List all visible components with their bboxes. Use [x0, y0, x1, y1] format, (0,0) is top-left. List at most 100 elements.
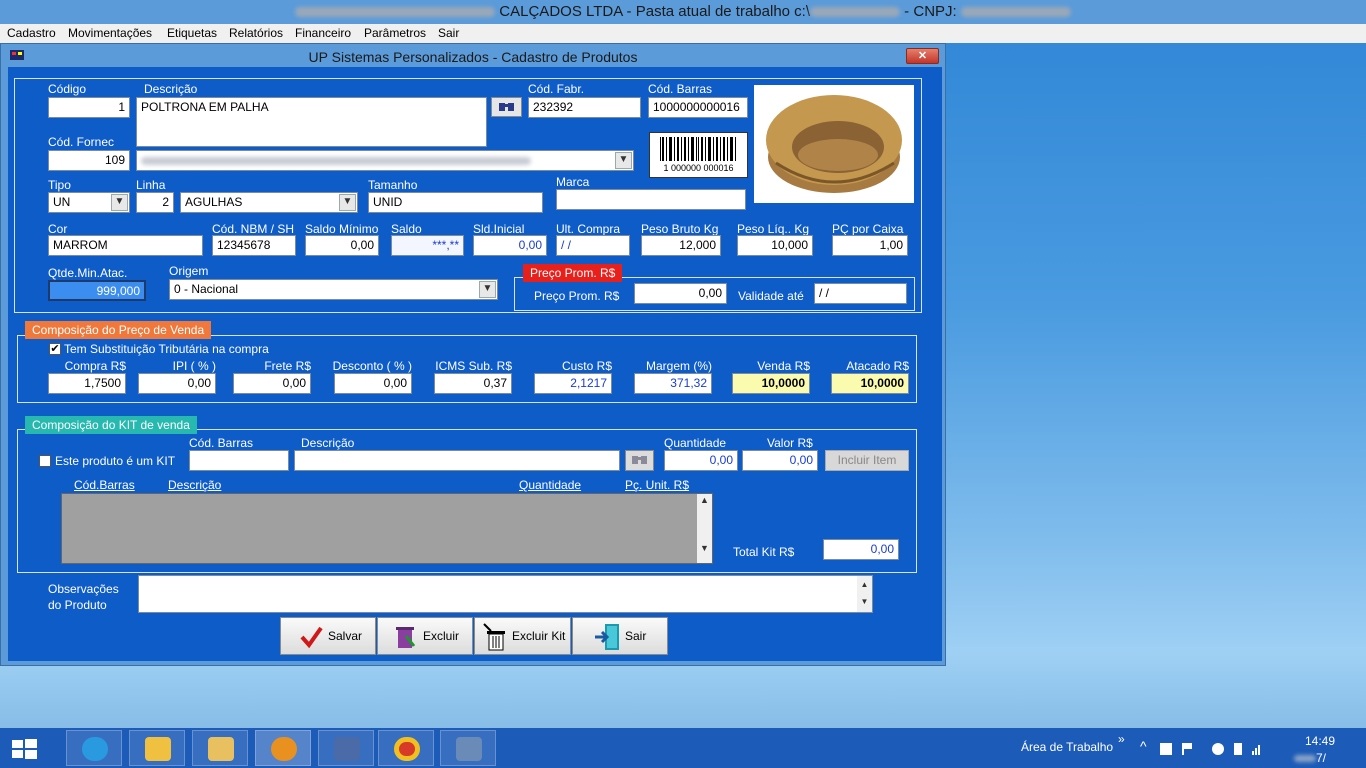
ult-compra-field[interactable]: / /	[556, 235, 630, 256]
compra-label: Compra R$	[64, 359, 126, 373]
taskbar-explorer[interactable]	[192, 730, 248, 766]
compra-field[interactable]: 1,7500	[48, 373, 126, 394]
pc-caixa-field[interactable]: 1,00	[832, 235, 908, 256]
binoculars-icon	[632, 456, 647, 464]
barcode-icon	[660, 137, 736, 161]
barcode-text: 1 000000 000016	[663, 163, 734, 173]
tray-expand-icon[interactable]: ^	[1140, 738, 1147, 754]
marca-field[interactable]	[556, 189, 746, 210]
incluir-item-button[interactable]: Incluir Item	[825, 450, 909, 471]
peso-bruto-field[interactable]: 12,000	[641, 235, 721, 256]
system-tray-icons[interactable]	[1160, 741, 1260, 757]
excluir-label: Excluir	[423, 629, 460, 643]
menu-parametros[interactable]: Parâmetros	[362, 24, 428, 43]
menu-cadastro[interactable]: Cadastro	[5, 24, 58, 43]
saldo-field: ***,**	[391, 235, 464, 256]
desktop-toolbar-label[interactable]: Área de Trabalho	[1021, 740, 1113, 754]
excluir-button[interactable]: Excluir	[377, 617, 473, 655]
salvar-label: Salvar	[328, 629, 363, 643]
kit-col-quantidade[interactable]: Quantidade	[519, 478, 581, 492]
windows-logo-icon	[12, 739, 37, 759]
venda-field[interactable]: 10,0000	[732, 373, 810, 394]
taskbar-chrome[interactable]	[378, 730, 434, 766]
kit-valor-field[interactable]: 0,00	[742, 450, 818, 471]
kit-descricao-field[interactable]	[294, 450, 620, 471]
excluir-kit-label: Excluir Kit	[512, 629, 566, 643]
descricao-label: Descrição	[144, 82, 198, 96]
preco-prom-field[interactable]: 0,00	[634, 283, 727, 304]
chevron-down-icon[interactable]: ▼	[615, 152, 632, 169]
cod-fabr-field[interactable]: 232392	[528, 97, 641, 118]
saldo-min-field[interactable]: 0,00	[305, 235, 379, 256]
frete-label: Frete R$	[264, 359, 311, 373]
frete-field[interactable]: 0,00	[233, 373, 311, 394]
kit-cod-barras-field[interactable]	[189, 450, 289, 471]
cor-field[interactable]: MARROM	[48, 235, 203, 256]
custo-field: 2,1217	[534, 373, 612, 394]
kit-col-pc-unit[interactable]: Pç. Unit. R$	[625, 478, 689, 492]
sair-button[interactable]: Sair	[572, 617, 668, 655]
promo-tag: Preço Prom. R$	[523, 264, 623, 282]
tamanho-field[interactable]: UNID	[368, 192, 543, 213]
qtde-min-field[interactable]: 999,000	[48, 280, 146, 301]
kit-list-scrollbar[interactable]: ▲ ▼	[697, 494, 712, 563]
cod-barras-field[interactable]: 1000000000016	[648, 97, 748, 118]
kit-total-field: 0,00	[823, 539, 899, 560]
is-kit-checkbox[interactable]	[39, 455, 51, 467]
margem-field[interactable]: 371,32	[634, 373, 712, 394]
taskbar-app[interactable]	[255, 730, 311, 766]
close-button[interactable]: ✕	[906, 48, 939, 64]
kit-search-button[interactable]	[625, 450, 654, 471]
pricing-tag: Composição do Preço de Venda	[25, 321, 212, 339]
cod-fornec-field[interactable]: 109	[48, 150, 130, 171]
is-kit-label: Este produto é um KIT	[55, 454, 176, 468]
kit-col-codbarras[interactable]: Cód.Barras	[74, 478, 135, 492]
toolbar-chevron[interactable]: »	[1118, 732, 1125, 746]
checkmark-icon	[300, 626, 323, 649]
chevron-down-icon[interactable]: ▼	[111, 194, 128, 211]
monitor-icon	[334, 737, 360, 761]
ncm-field[interactable]: 12345678	[212, 235, 296, 256]
clock-time[interactable]: 14:49	[1305, 734, 1335, 748]
excluir-kit-button[interactable]: Excluir Kit	[474, 617, 571, 655]
peso-liq-field[interactable]: 10,000	[737, 235, 813, 256]
menu-sair[interactable]: Sair	[436, 24, 461, 43]
chevron-down-icon[interactable]: ▼	[339, 194, 356, 211]
desconto-field[interactable]: 0,00	[334, 373, 412, 394]
icms-field[interactable]: 0,37	[434, 373, 512, 394]
taskbar-ie[interactable]	[66, 730, 122, 766]
menu-movimentacoes[interactable]: Movimentações	[66, 24, 154, 43]
menu-relatorios[interactable]: Relatórios	[227, 24, 285, 43]
title-company: CALÇADOS LTDA	[499, 3, 623, 20]
descricao-field[interactable]: POLTRONA EM PALHA	[136, 97, 487, 147]
search-binoculars-button[interactable]	[491, 97, 522, 117]
taskbar-virtualbox[interactable]	[440, 730, 496, 766]
peso-bruto-label: Peso Bruto Kg	[641, 222, 719, 236]
obs-textarea[interactable]	[138, 575, 873, 613]
kit-items-list[interactable]: ▲ ▼	[61, 493, 713, 564]
tipo-select[interactable]: UN ▼	[48, 192, 130, 213]
kit-col-descricao[interactable]: Descrição	[168, 478, 221, 492]
salvar-button[interactable]: Salvar	[280, 617, 376, 655]
subst-checkbox[interactable]: ✔	[49, 343, 61, 355]
origem-select[interactable]: 0 - Nacional ▼	[169, 279, 498, 300]
chevron-down-icon[interactable]: ▼	[479, 281, 496, 298]
cube-icon	[456, 737, 482, 761]
menu-etiquetas[interactable]: Etiquetas	[165, 24, 219, 43]
validade-field[interactable]: / /	[814, 283, 907, 304]
taskbar-remote[interactable]	[318, 730, 374, 766]
taskbar-outlook[interactable]	[129, 730, 185, 766]
fornecedor-select[interactable]: ▼	[136, 150, 634, 171]
atacado-field[interactable]: 10,0000	[831, 373, 909, 394]
start-button[interactable]	[10, 738, 40, 760]
sld-inicial-field[interactable]: 0,00	[473, 235, 547, 256]
kit-quantidade-field[interactable]: 0,00	[664, 450, 738, 471]
codigo-field[interactable]: 1	[48, 97, 130, 118]
obs-scrollbar[interactable]: ▲ ▼	[857, 576, 872, 612]
linha-select[interactable]: AGULHAS ▼	[180, 192, 358, 213]
clock-date-text: 7/	[1316, 751, 1327, 765]
clock-date[interactable]: 7/	[1294, 751, 1326, 765]
menu-financeiro[interactable]: Financeiro	[293, 24, 353, 43]
ipi-field[interactable]: 0,00	[138, 373, 216, 394]
linha-code-field[interactable]: 2	[136, 192, 174, 213]
